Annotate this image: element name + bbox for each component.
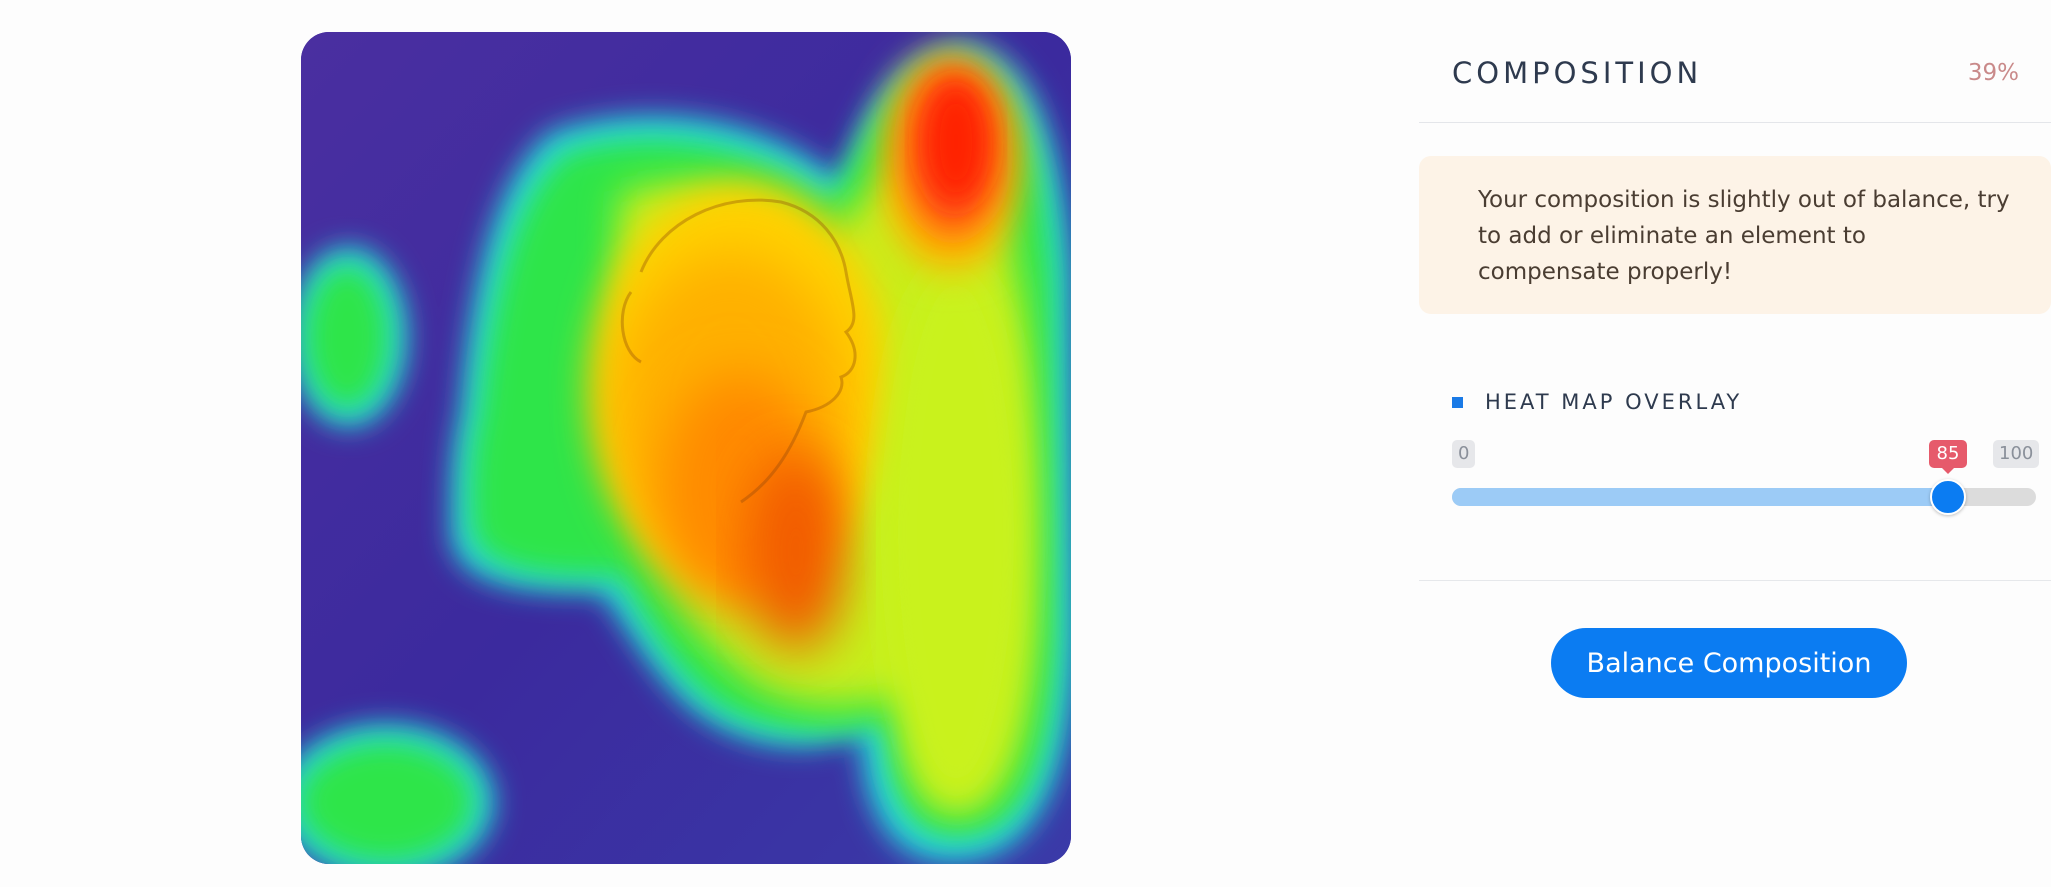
- slider-thumb[interactable]: [1930, 479, 1966, 515]
- slider-value-tag: 85: [1928, 440, 1968, 474]
- slider-fill: [1452, 488, 1948, 506]
- balance-notice: Your composition is slightly out of bala…: [1419, 156, 2051, 314]
- heat-map-overlay-header: HEAT MAP OVERLAY: [1452, 389, 1742, 415]
- heat-map-overlay-label: HEAT MAP OVERLAY: [1485, 390, 1743, 414]
- heat-map-image: [301, 32, 1071, 864]
- heat-map-graphic: [301, 32, 1071, 864]
- heat-map-overlay-slider[interactable]: [1452, 479, 2036, 515]
- square-bullet-icon: [1452, 396, 1463, 408]
- composition-panel: COMPOSITION 39% Your composition is slig…: [1419, 0, 2051, 887]
- divider: [1419, 580, 2051, 581]
- panel-header: COMPOSITION 39%: [1419, 0, 2051, 123]
- slider-max-label: 100: [1993, 440, 2040, 468]
- slider-min-label: 0: [1452, 440, 1476, 468]
- balance-composition-button[interactable]: Balance Composition: [1551, 628, 1907, 698]
- composition-score: 39%: [1967, 60, 2019, 86]
- panel-title: COMPOSITION: [1452, 56, 1703, 90]
